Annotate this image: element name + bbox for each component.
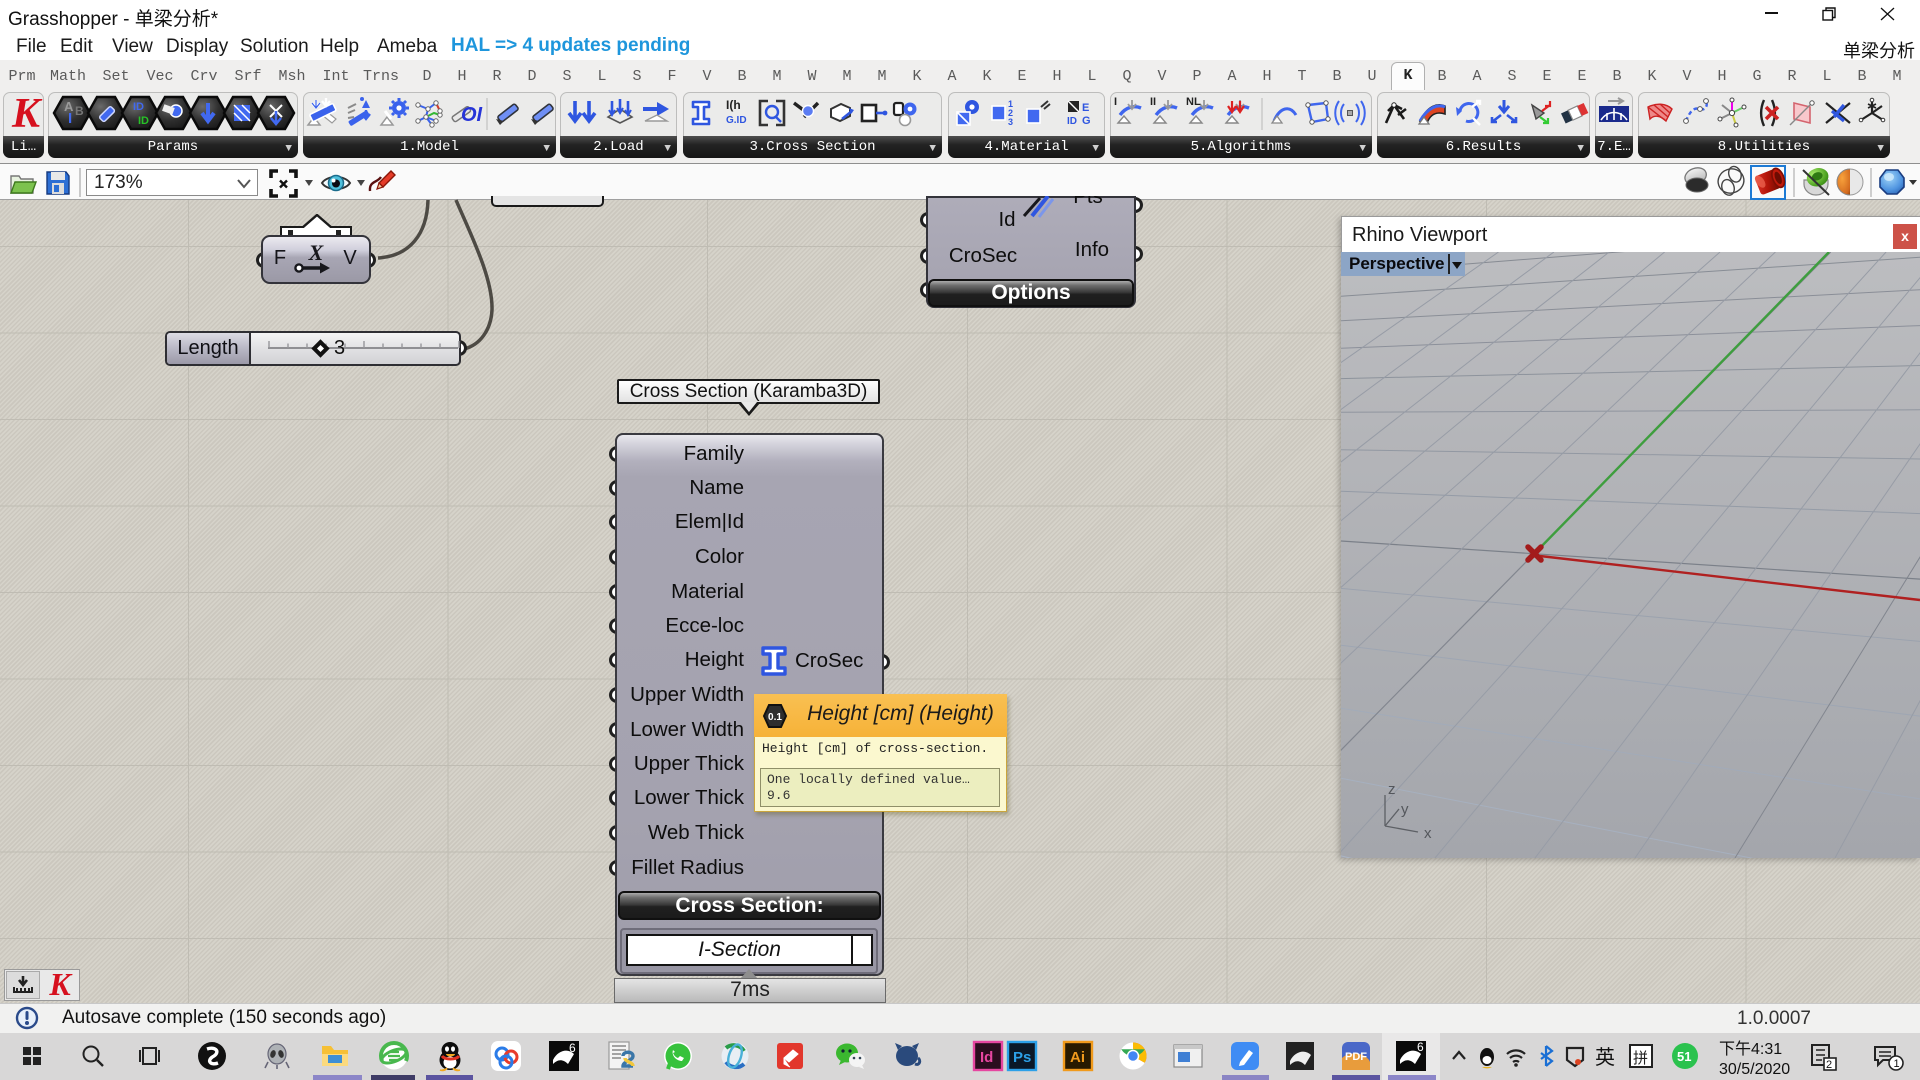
svg-text:B: B — [75, 104, 84, 118]
svg-text:2: 2 — [1826, 1059, 1832, 1071]
svg-text:NL: NL — [1186, 96, 1201, 108]
svg-text:y: y — [1401, 801, 1409, 818]
svg-text:PDF: PDF — [1345, 1051, 1367, 1063]
svg-text:ID: ID — [133, 101, 144, 113]
svg-text:OI: OI — [461, 104, 483, 126]
svg-text:2: 2 — [1008, 108, 1013, 118]
svg-text:30/5/2020: 30/5/2020 — [1719, 1061, 1790, 1078]
svg-text:I(h: I(h — [726, 98, 741, 112]
svg-text:1: 1 — [1008, 99, 1013, 109]
svg-text:0.1: 0.1 — [768, 712, 782, 723]
svg-text:A: A — [64, 99, 74, 114]
svg-text:6: 6 — [569, 1041, 576, 1055]
svg-text:6: 6 — [1417, 1040, 1424, 1054]
svg-text:3: 3 — [1008, 117, 1013, 127]
svg-text:Ps: Ps — [1013, 1049, 1031, 1066]
svg-text:I: I — [1114, 96, 1117, 108]
svg-text:I: I — [68, 110, 72, 127]
svg-text:51: 51 — [1677, 1049, 1691, 1064]
svg-text:Id: Id — [980, 1049, 993, 1066]
svg-text:II: II — [1150, 96, 1156, 108]
svg-text:ID: ID — [1067, 116, 1077, 127]
svg-text:Ai: Ai — [1070, 1049, 1085, 1066]
svg-text:z: z — [1388, 781, 1396, 798]
svg-text:拼: 拼 — [1633, 1050, 1648, 1067]
svg-text:x: x — [1424, 825, 1432, 842]
svg-text:G: G — [1082, 115, 1091, 127]
svg-text:ID: ID — [138, 115, 149, 127]
svg-text:E: E — [1082, 102, 1089, 114]
svg-text:英: 英 — [1595, 1046, 1615, 1069]
svg-text:G.ID: G.ID — [726, 115, 747, 126]
svg-text:下午4:31: 下午4:31 — [1719, 1040, 1782, 1058]
svg-text:1: 1 — [1894, 1058, 1900, 1070]
